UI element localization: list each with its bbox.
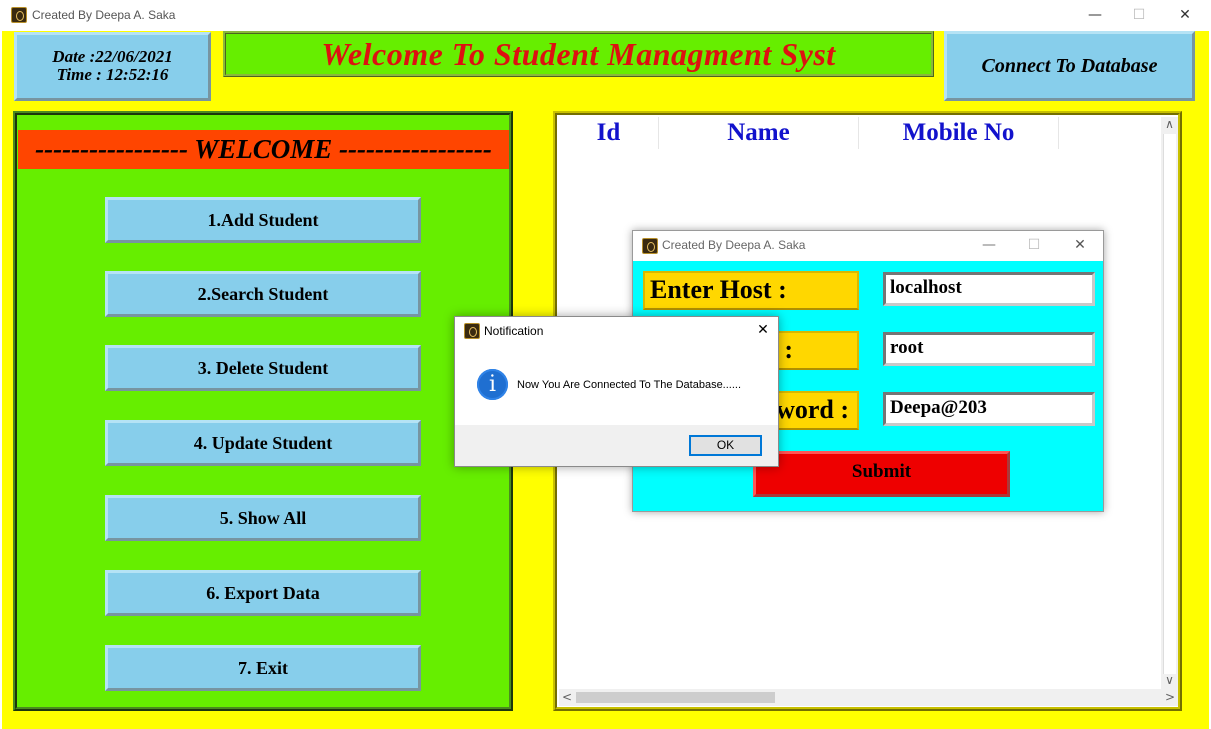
close-button[interactable]: ✕: [1170, 0, 1200, 30]
date-time-box: Date :22/06/2021 Time : 12:52:16: [14, 32, 211, 101]
export-data-button[interactable]: 6. Export Data: [105, 570, 421, 616]
app-icon: [11, 7, 27, 23]
banner-title: Welcome To Student Managment Syst: [321, 36, 836, 72]
info-icon: i: [477, 369, 508, 400]
submit-button[interactable]: Submit: [753, 451, 1010, 497]
notification-close-button[interactable]: ✕: [748, 316, 778, 344]
connect-database-button[interactable]: Connect To Database: [944, 31, 1195, 101]
host-input[interactable]: localhost: [883, 272, 1095, 306]
minimize-button[interactable]: —: [1080, 0, 1110, 30]
user-input[interactable]: root: [883, 332, 1095, 366]
date-label: Date :22/06/2021: [52, 47, 173, 66]
maximize-button[interactable]: ☐: [1124, 0, 1154, 30]
dialog-app-icon: [642, 238, 658, 254]
scroll-left-icon[interactable]: <: [560, 690, 574, 705]
dialog-title: Created By Deepa A. Saka: [662, 238, 806, 252]
add-student-button[interactable]: 1.Add Student: [105, 197, 421, 243]
window-title: Created By Deepa A. Saka: [32, 8, 176, 22]
column-header-id[interactable]: Id: [559, 117, 659, 149]
time-label: Time : 12:52:16: [56, 65, 169, 84]
scroll-right-icon[interactable]: >: [1163, 690, 1177, 705]
show-all-button[interactable]: 5. Show All: [105, 495, 421, 541]
notification-app-icon: [464, 323, 480, 339]
menu-heading: ----------------- WELCOME --------------…: [18, 130, 509, 169]
host-label: Enter Host :: [643, 271, 859, 310]
welcome-banner: Welcome To Student Managment Syst: [223, 31, 934, 77]
horizontal-scroll-thumb[interactable]: [576, 692, 775, 703]
dialog-close-button[interactable]: ✕: [1065, 231, 1095, 260]
notification-title: Notification: [484, 324, 544, 338]
ok-button[interactable]: OK: [689, 435, 762, 456]
update-student-button[interactable]: 4. Update Student: [105, 420, 421, 466]
column-header-mobile[interactable]: Mobile No: [859, 117, 1059, 149]
column-header-name[interactable]: Name: [659, 117, 859, 149]
delete-student-button[interactable]: 3. Delete Student: [105, 345, 421, 391]
window-titlebar[interactable]: [0, 0, 1211, 31]
scroll-down-icon[interactable]: ∨: [1161, 673, 1178, 688]
exit-button[interactable]: 7. Exit: [105, 645, 421, 691]
dialog-minimize-button[interactable]: —: [974, 231, 1004, 260]
notification-message: Now You Are Connected To The Database...…: [517, 379, 742, 391]
search-student-button[interactable]: 2.Search Student: [105, 271, 421, 317]
vertical-scroll-track[interactable]: [1163, 134, 1176, 674]
password-input[interactable]: Deepa@203: [883, 392, 1095, 426]
scroll-up-icon[interactable]: ∧: [1161, 117, 1178, 132]
dialog-maximize-button[interactable]: ☐: [1019, 231, 1049, 260]
